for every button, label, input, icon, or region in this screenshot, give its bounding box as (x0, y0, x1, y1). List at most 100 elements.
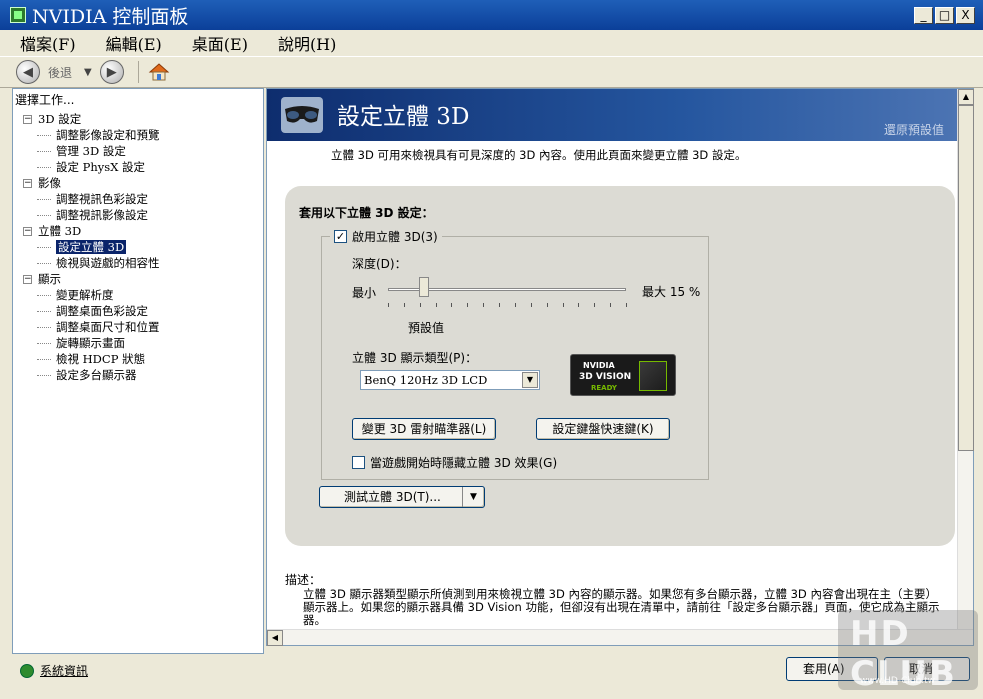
chevron-down-icon[interactable]: ▼ (462, 487, 484, 507)
content-pane: 設定立體 3D 還原預設值 立體 3D 可用來檢視具有可見深度的 3D 內容。使… (266, 88, 974, 646)
slider-tick (483, 303, 485, 307)
maximize-button[interactable]: □ (935, 7, 954, 24)
tree-item-hdcp[interactable]: 檢視 HDCP 狀態 (23, 351, 160, 367)
tree-item-desktop-size[interactable]: 調整桌面尺寸和位置 (23, 319, 160, 335)
slider-tick (419, 303, 421, 307)
menu-desktop[interactable]: 桌面(E) (172, 31, 258, 55)
description-title: 描述： (285, 573, 322, 587)
depth-slider-thumb[interactable] (418, 277, 429, 297)
tree-item-physx[interactable]: 設定 PhysX 設定 (23, 159, 160, 175)
history-dropdown-icon[interactable]: ▼ (84, 67, 92, 78)
nvidia-eye-icon (639, 361, 667, 391)
forward-arrow-icon[interactable]: ▶ (99, 60, 124, 84)
page-title: 設定立體 3D (337, 104, 470, 130)
depth-min-label: 最小 (352, 286, 377, 300)
chevron-down-icon[interactable]: ▼ (522, 372, 538, 388)
test-stereo-label: 測試立體 3D(T)... (344, 490, 441, 504)
tree-item-game-compatibility[interactable]: 檢視與遊戲的相容性 (23, 255, 160, 271)
slider-tick (530, 303, 532, 307)
slider-tick (403, 303, 405, 307)
slider-tick (626, 303, 627, 307)
display-type-select[interactable]: BenQ 120Hz 3D LCD ▼ (360, 370, 540, 390)
collapse-icon[interactable]: − (23, 114, 32, 124)
task-pane-title: 選擇工作... (15, 93, 75, 107)
enable-checkbox-box[interactable]: ✓ (334, 230, 347, 243)
menu-file[interactable]: 檔案(F) (0, 31, 86, 55)
depth-slider-ticks (388, 303, 627, 308)
depth-label: 深度(D)： (352, 257, 407, 271)
page-banner: 設定立體 3D 還原預設值 (267, 89, 958, 141)
collapse-icon[interactable]: − (23, 274, 32, 284)
slider-tick (562, 303, 564, 307)
tree-category-video[interactable]: − 影像 (23, 175, 160, 191)
toolbar: ◀ 後退 ▼ ▶ (0, 56, 983, 88)
slider-tick (546, 303, 548, 307)
tree-category-stereo-3d[interactable]: − 立體 3D (23, 223, 160, 239)
task-tree: −3D 設定 調整影像設定和預覽 管理 3D 設定 設定 PhysX 設定 − 影… (23, 111, 160, 383)
restore-defaults-link[interactable]: 還原預設值 (884, 121, 944, 138)
hd-club-watermark: HD CLUB www.HD-Club.tw (838, 610, 978, 694)
tree-item-image-settings[interactable]: 調整影像設定和預覽 (23, 127, 160, 143)
page-intro: 立體 3D 可用來檢視具有可見深度的 3D 內容。使用此頁面來變更立體 3D 設… (331, 148, 747, 162)
preset-label: 預設值 (408, 321, 445, 335)
test-stereo-button[interactable]: 測試立體 3D(T)... ▼ (319, 486, 485, 508)
window-title: NVIDIA 控制面板 (32, 5, 189, 28)
change-laser-sight-button[interactable]: 變更 3D 雷射瞄準器(L) (352, 418, 496, 440)
system-info-link[interactable]: 系統資訊 (40, 662, 88, 679)
panel-title: 套用以下立體 3D 設定： (299, 206, 434, 220)
3d-vision-ready-logo: NVIDIA 3D VISION READY (570, 354, 676, 396)
slider-tick (388, 303, 389, 307)
depth-max-label: 最大 15 % (642, 285, 701, 299)
nvidia-control-panel-window: NVIDIA 控制面板 _ □ X 檔案(F) 編輯(E) 桌面(E) 說明(H… (0, 0, 983, 699)
scroll-up-icon[interactable]: ▲ (958, 89, 974, 105)
hide-checkbox-box[interactable] (352, 456, 365, 469)
title-bar: NVIDIA 控制面板 _ □ X (0, 0, 983, 30)
stereo-group: ✓ 啟用立體 3D(3) 深度(D)： 最小 最大 15 % 預設值 立體 3D… (321, 228, 709, 480)
enable-stereo-checkbox[interactable]: ✓ 啟用立體 3D(3) (330, 228, 442, 245)
scroll-left-icon[interactable]: ◀ (267, 630, 283, 646)
toolbar-separator (137, 61, 139, 83)
system-info-icon (20, 663, 34, 678)
slider-tick (451, 303, 453, 307)
tree-item-video-image[interactable]: 調整視訊影像設定 (23, 207, 160, 223)
keyboard-shortcuts-button[interactable]: 設定鍵盤快速鍵(K) (536, 418, 670, 440)
tree-item-manage-3d[interactable]: 管理 3D 設定 (23, 143, 160, 159)
display-type-label: 立體 3D 顯示類型(P)： (352, 351, 478, 365)
tree-item-resolution[interactable]: 變更解析度 (23, 287, 160, 303)
minimize-button[interactable]: _ (914, 7, 933, 24)
hide-stereo-label: 當遊戲開始時隱藏立體 3D 效果(G) (370, 456, 558, 470)
collapse-icon[interactable]: − (23, 226, 32, 236)
window-controls: _ □ X (914, 7, 975, 24)
3d-glasses-icon (279, 95, 325, 135)
tree-item-desktop-color[interactable]: 調整桌面色彩設定 (23, 303, 160, 319)
system-info: 系統資訊 (20, 662, 88, 679)
menu-edit[interactable]: 編輯(E) (86, 31, 172, 55)
home-icon[interactable] (147, 60, 171, 84)
tree-item-rotate[interactable]: 旋轉顯示畫面 (23, 335, 160, 351)
stereo-settings-panel: 套用以下立體 3D 設定： ✓ 啟用立體 3D(3) 深度(D)： 最小 最大 … (285, 186, 955, 546)
tree-item-set-stereo-3d[interactable]: 設定立體 3D (23, 239, 160, 255)
slider-tick (435, 303, 437, 307)
tree-category-display[interactable]: − 顯示 (23, 271, 160, 287)
tree-item-video-color[interactable]: 調整視訊色彩設定 (23, 191, 160, 207)
hide-stereo-checkbox[interactable]: 當遊戲開始時隱藏立體 3D 效果(G) (352, 454, 557, 471)
slider-tick (514, 303, 516, 307)
menu-help[interactable]: 說明(H) (258, 31, 346, 55)
scroll-thumb[interactable] (958, 105, 974, 451)
enable-stereo-label: 啟用立體 3D(3) (352, 230, 438, 244)
nvidia-app-icon (10, 7, 26, 23)
tree-category-3d-settings[interactable]: −3D 設定 (23, 111, 160, 127)
close-button[interactable]: X (956, 7, 975, 24)
slider-tick (467, 303, 469, 307)
menu-bar: 檔案(F) 編輯(E) 桌面(E) 說明(H) (0, 30, 983, 56)
slider-tick (610, 303, 612, 307)
slider-tick (578, 303, 580, 307)
tree-item-multi-display[interactable]: 設定多台顯示器 (23, 367, 160, 383)
vertical-scrollbar[interactable]: ▲ (957, 89, 974, 629)
collapse-icon[interactable]: − (23, 178, 32, 188)
task-navigation-pane: 選擇工作... −3D 設定 調整影像設定和預覽 管理 3D 設定 設定 Phy… (12, 88, 264, 654)
slider-tick (499, 303, 501, 307)
back-label[interactable]: 後退 (48, 64, 72, 81)
slider-tick (594, 303, 596, 307)
back-arrow-icon[interactable]: ◀ (16, 60, 40, 84)
